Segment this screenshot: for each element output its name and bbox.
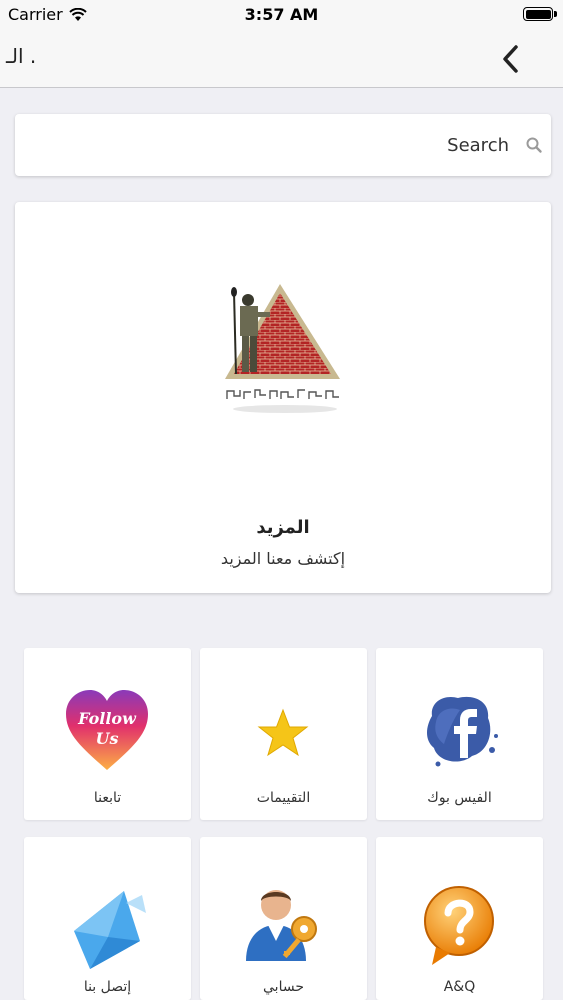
tile-contact-us-label: إتصل بنا (83, 979, 132, 995)
hero-card[interactable]: المزيد إكتشف معنا المزيد (15, 202, 551, 593)
status-bar: Carrier 3:57 AM (0, 0, 563, 30)
tile-facebook-label: الفيس بوك (427, 790, 492, 806)
tile-my-account[interactable]: حسابي (200, 837, 367, 1000)
status-time: 3:57 AM (244, 5, 319, 24)
search-icon (526, 137, 542, 153)
follow-us-text-2: Us (96, 729, 119, 748)
pyramid-warrior-logo (225, 284, 345, 413)
tile-follow-us[interactable]: Follow Us تابعنا (24, 648, 191, 820)
battery-icon (523, 7, 557, 21)
facebook-icon (427, 696, 498, 767)
user-key-icon (246, 890, 317, 961)
search-input[interactable] (25, 126, 511, 164)
follow-us-text-1: Follow (77, 709, 137, 728)
tile-faq-label: A&Q (443, 979, 476, 995)
hero-subtitle: إكتشف معنا المزيد (220, 549, 346, 568)
chevron-left-icon[interactable] (499, 42, 523, 76)
tile-my-account-label: حسابي (263, 979, 304, 995)
tile-faq[interactable]: A&Q (376, 837, 543, 1000)
question-mark-icon (424, 886, 494, 965)
envelope-icon (74, 891, 146, 969)
tile-ratings-label: التقييمات (256, 790, 311, 806)
tile-ratings[interactable]: التقييمات (200, 648, 367, 820)
star-icon (257, 708, 309, 757)
navigation-bar: الـ . (0, 30, 563, 88)
nav-title: الـ . (6, 44, 37, 68)
follow-us-heart-icon: Follow Us (66, 690, 148, 770)
tile-facebook[interactable]: الفيس بوك (376, 648, 543, 820)
search-box[interactable] (15, 114, 551, 176)
hero-title: المزيد (256, 517, 310, 538)
tile-contact-us[interactable]: إتصل بنا (24, 837, 191, 1000)
tile-follow-us-label: تابعنا (93, 790, 122, 806)
